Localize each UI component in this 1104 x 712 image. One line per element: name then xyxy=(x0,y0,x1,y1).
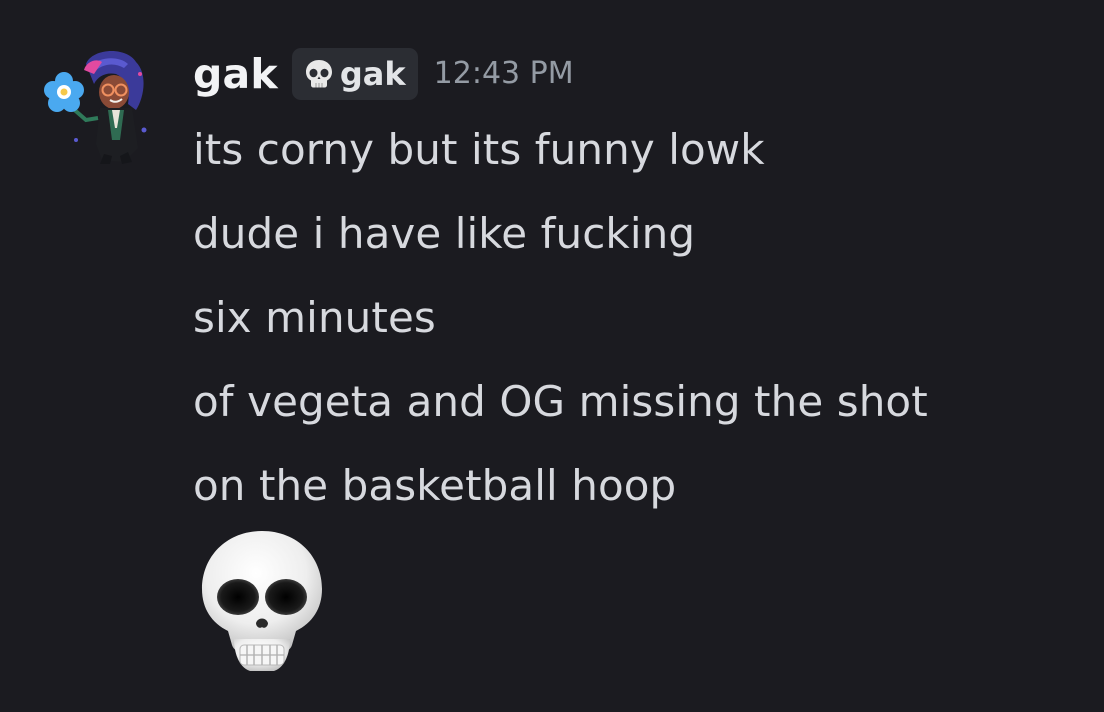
message-line: six minutes xyxy=(193,293,436,342)
message-line: of vegeta and OG missing the shot xyxy=(193,377,928,426)
skull-emoji-icon xyxy=(202,531,322,671)
message-line: on the basketball hoop xyxy=(193,461,677,510)
username[interactable]: gak xyxy=(193,46,278,102)
clan-tag-label: gak xyxy=(339,55,406,93)
message-content: its corny but its funny lowk dude i have… xyxy=(193,108,928,528)
user-avatar[interactable] xyxy=(40,44,160,168)
message-line: dude i have like fucking xyxy=(193,209,696,258)
skull-icon xyxy=(305,60,332,88)
message-group: gak gak 12:43 PM its corny but its funny… xyxy=(0,0,1104,712)
message-line: its corny but its funny lowk xyxy=(193,125,765,174)
clan-tag[interactable]: gak xyxy=(291,48,418,100)
character-avatar-icon xyxy=(44,50,147,164)
message-header: gak gak 12:43 PM xyxy=(193,46,574,102)
message-timestamp[interactable]: 12:43 PM xyxy=(434,46,574,102)
skull-emoji[interactable] xyxy=(198,527,326,675)
